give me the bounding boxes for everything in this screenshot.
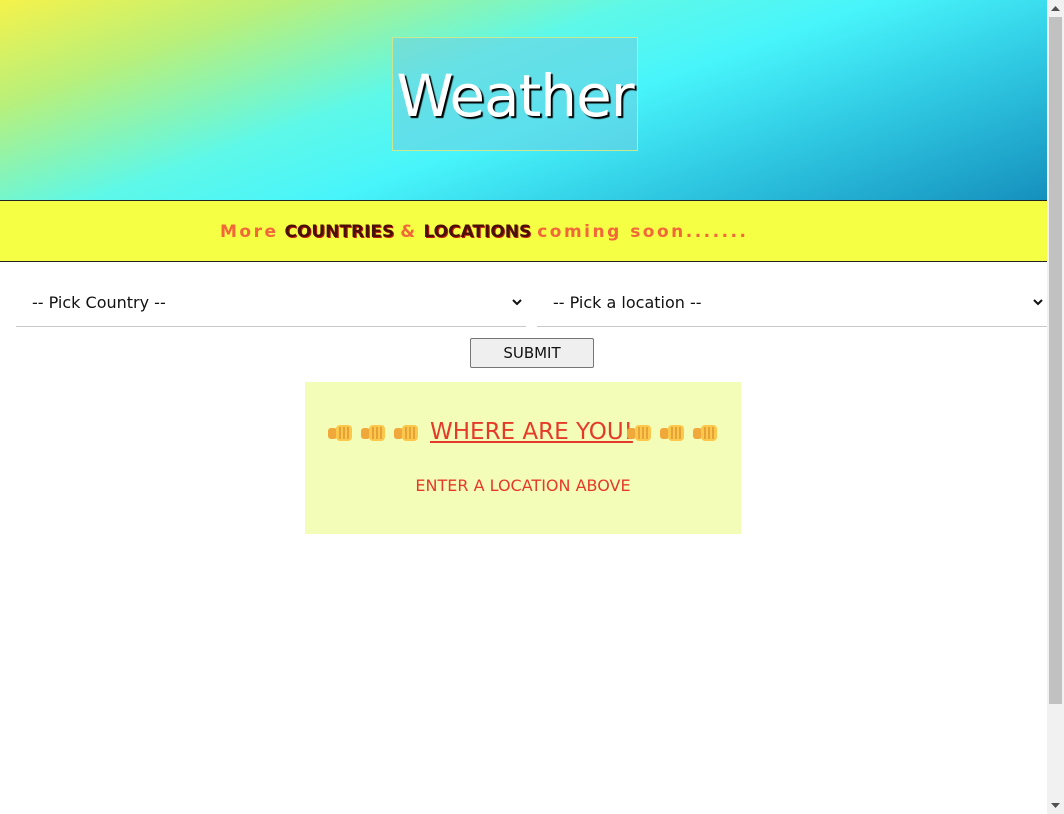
submit-button[interactable]: SUBMIT bbox=[470, 338, 594, 368]
pointing-fist-icon bbox=[361, 425, 385, 441]
location-select[interactable]: -- Pick a location -- bbox=[537, 284, 1047, 327]
where-are-you-link[interactable]: WHERE ARE YOU! bbox=[430, 416, 633, 448]
banner-more: More bbox=[220, 222, 279, 242]
enter-location-message: ENTER A LOCATION ABOVE bbox=[415, 476, 631, 495]
banner-locations: LOCATIONS bbox=[423, 222, 532, 242]
where-heading-row: WHERE ARE YOU! bbox=[305, 416, 741, 448]
pointing-fist-icon bbox=[394, 425, 418, 441]
vertical-scrollbar[interactable] bbox=[1047, 0, 1064, 814]
banner-ampersand: & bbox=[400, 222, 418, 242]
location-select-value: -- Pick a location -- bbox=[553, 293, 702, 312]
banner-text: More COUNTRIES & LOCATIONS coming soon..… bbox=[220, 221, 748, 243]
scroll-down-arrow-icon[interactable] bbox=[1047, 797, 1064, 814]
page: Weather More COUNTRIES & LOCATIONS comin… bbox=[0, 0, 1047, 814]
scrollbar-thumb[interactable] bbox=[1049, 17, 1062, 704]
banner-countries: COUNTRIES bbox=[284, 222, 395, 242]
header: Weather bbox=[0, 0, 1047, 200]
location-prompt-panel: WHERE ARE YOU! ENTER A LOCATION ABOVE bbox=[305, 382, 741, 534]
title-box: Weather bbox=[392, 37, 638, 151]
pointing-fist-icon bbox=[328, 425, 352, 441]
page-title: Weather bbox=[396, 62, 634, 130]
pointing-fist-icon bbox=[660, 425, 684, 441]
country-select-value: -- Pick Country -- bbox=[32, 293, 166, 312]
chevron-down-icon bbox=[512, 299, 522, 306]
country-select[interactable]: -- Pick Country -- bbox=[16, 284, 526, 327]
pointing-fist-icon bbox=[627, 425, 651, 441]
banner-coming-soon: coming soon....... bbox=[537, 222, 749, 242]
pointing-fist-icon bbox=[693, 425, 717, 441]
scroll-up-arrow-icon[interactable] bbox=[1047, 0, 1064, 17]
chevron-down-icon bbox=[1033, 299, 1043, 306]
announcement-banner: More COUNTRIES & LOCATIONS coming soon..… bbox=[0, 200, 1047, 262]
